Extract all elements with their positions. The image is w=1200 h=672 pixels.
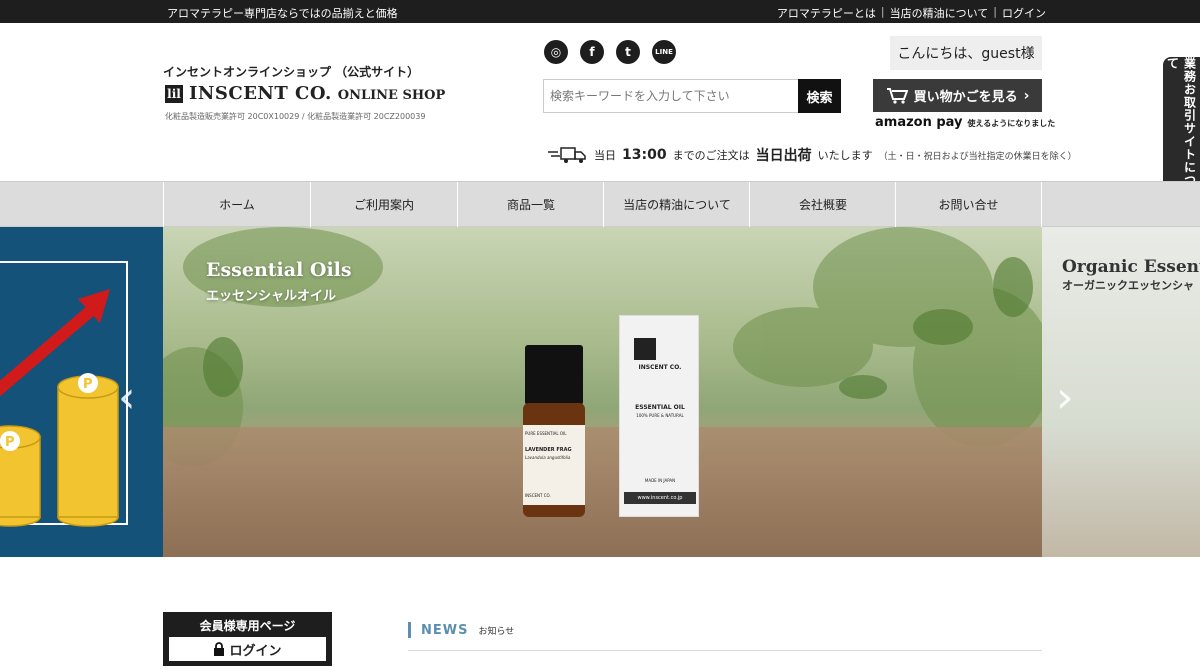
slide-subtitle: エッセンシャルオイル	[206, 289, 337, 304]
svg-text:P: P	[5, 435, 15, 450]
label-name: LAVENDER FRAG	[525, 447, 572, 453]
news-subtitle: お知らせ	[478, 626, 515, 637]
separator: |	[880, 5, 885, 18]
slide-title: Essential Oils	[206, 259, 352, 281]
box-brand: INSCENT CO.	[638, 364, 682, 371]
shipping-note: （土・日・祝日および当社指定の休業日を除く）	[878, 151, 1077, 162]
carousel-next-arrow-icon[interactable]: ›	[1056, 372, 1074, 423]
next-slide-title: Organic Essenti	[1062, 257, 1200, 277]
box-made-in: MADE IN JAPAN	[644, 478, 676, 483]
link-our-oils[interactable]: 当店の精油について	[890, 5, 989, 21]
license-text: 化粧品製造販売業許可 20C0X10029 / 化粧品製造業許可 20CZ200…	[165, 112, 426, 121]
shipping-notice: 当日 13:00 までのご注文は 当日出荷 いたします （土・日・祝日および当社…	[548, 145, 1077, 165]
search-button[interactable]: 検索	[798, 79, 841, 113]
line-icon[interactable]: LINE	[652, 40, 676, 64]
svg-text:P: P	[83, 377, 93, 392]
link-about-aromatherapy[interactable]: アロマテラピーとは	[777, 5, 876, 21]
growth-coins-graphic: P P	[0, 289, 119, 527]
header: インセントオンラインショップ （公式サイト） lil INSCENT CO. O…	[0, 23, 1200, 181]
cart-icon	[886, 87, 908, 104]
social-links: ◎ f t LINE	[544, 40, 676, 64]
logo-mark-icon: lil	[165, 84, 183, 103]
greeting: こんにちは、guest様	[890, 36, 1042, 70]
search-form: 検索	[543, 79, 841, 113]
member-login-label: ログイン	[229, 643, 282, 659]
news-title: NEWS	[421, 622, 469, 638]
bottle-cap	[525, 345, 583, 405]
nav-item-contact[interactable]: お問い合せ	[895, 182, 1042, 227]
carousel-prev-arrow-icon[interactable]: ‹	[118, 372, 136, 423]
shipping-mid: までのご注文は	[672, 149, 750, 162]
separator: |	[993, 5, 997, 18]
nav-item-company[interactable]: 会社概要	[749, 182, 896, 227]
news-divider	[408, 650, 1042, 651]
instagram-icon[interactable]: ◎	[544, 40, 568, 64]
amazon-pay-note: 使えるようになりました	[967, 119, 1056, 128]
next-slide-subtitle: オーガニックエッセンシャ	[1062, 279, 1194, 292]
label-latin: Lavandula angustifolia	[525, 455, 571, 460]
nav-item-our-oils[interactable]: 当店の精油について	[603, 182, 750, 227]
logo-main-text: INSCENT CO.	[189, 83, 332, 104]
hero-carousel: P P Essential Oils エッセンシャルオイル PURE ESSEN…	[0, 227, 1200, 557]
bottle-label: PURE ESSENTIAL OIL LAVENDER FRAG Lavandu…	[523, 425, 585, 505]
main-nav: ホーム ご利用案内 商品一覧 当店の精油について 会社概要 お問い合せ	[0, 181, 1200, 227]
tagline: アロマテラピー専門店ならではの品揃えと価格	[167, 7, 398, 20]
table-surface	[163, 427, 1042, 557]
lock-icon	[214, 642, 225, 656]
nav-item-home[interactable]: ホーム	[163, 182, 310, 227]
top-bar: アロマテラピー専門店ならではの品揃えと価格 アロマテラピーとは | 当店の精油に…	[0, 0, 1200, 23]
truck-icon	[548, 147, 586, 163]
cart-label: 買い物かごを見る	[913, 90, 1018, 105]
member-title: 会員様専用ページ	[199, 619, 296, 633]
member-panel: 会員様専用ページ ログイン	[163, 612, 332, 666]
shop-subtitle: インセントオンラインショップ （公式サイト）	[163, 65, 420, 79]
twitter-icon[interactable]: t	[616, 40, 640, 64]
label-brand: INSCENT CO.	[525, 493, 551, 498]
box-logo-mark	[634, 338, 656, 360]
box-purity: 100% PURE & NATURAL	[636, 413, 684, 418]
shipping-time: 13:00	[622, 147, 667, 163]
shipping-same-day: 当日出荷	[755, 148, 812, 164]
news-accent-bar	[408, 622, 411, 638]
news-heading: NEWS お知らせ	[408, 622, 514, 638]
facebook-icon[interactable]: f	[580, 40, 604, 64]
slide-previous[interactable]: P P	[0, 227, 163, 557]
link-login[interactable]: ログイン	[1002, 5, 1046, 21]
box-product: ESSENTIAL OIL	[635, 404, 685, 411]
nav-item-guide[interactable]: ご利用案内	[310, 182, 457, 227]
product-box-image: INSCENT CO. ESSENTIAL OIL 100% PURE & NA…	[619, 315, 699, 517]
logo-online-text: ONLINE SHOP	[337, 88, 446, 103]
box-url: www.inscent.co.jp	[624, 492, 696, 504]
top-links: アロマテラピーとは | 当店の精油について | ログイン	[777, 5, 1046, 21]
chevron-right-icon: ›	[1023, 87, 1030, 104]
oil-bottle-image: PURE ESSENTIAL OIL LAVENDER FRAG Lavandu…	[523, 345, 585, 517]
cart-button[interactable]: 買い物かごを見る ›	[873, 79, 1042, 112]
label-top: PURE ESSENTIAL OIL	[525, 431, 567, 436]
nav-item-products[interactable]: 商品一覧	[457, 182, 604, 227]
amazon-pay-notice: amazon pay 使えるようになりました	[875, 115, 1055, 130]
shipping-pre: 当日	[594, 149, 616, 162]
slide-current[interactable]: Essential Oils エッセンシャルオイル PURE ESSENTIAL…	[163, 227, 1042, 557]
shipping-post: いたします	[817, 149, 873, 162]
site-logo[interactable]: lil INSCENT CO. ONLINE SHOP	[165, 83, 445, 104]
amazon-pay-logo: amazon pay	[875, 115, 963, 130]
member-login-button[interactable]: ログイン	[169, 637, 326, 661]
search-input[interactable]	[543, 79, 798, 113]
